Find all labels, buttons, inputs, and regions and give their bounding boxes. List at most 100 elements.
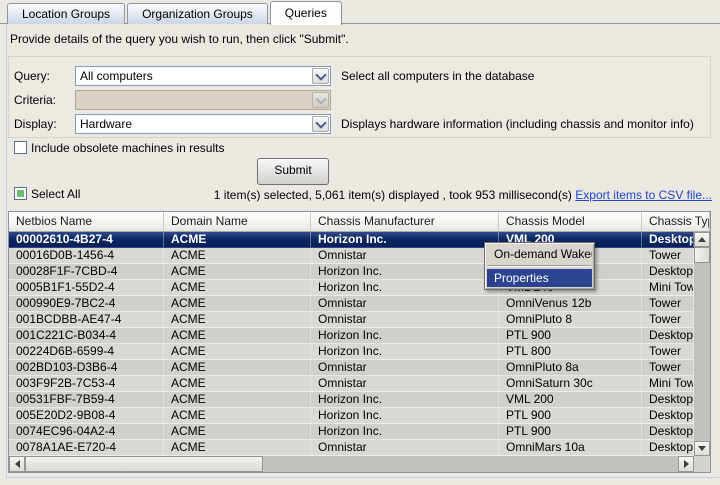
- display-dropdown-button[interactable]: [312, 116, 329, 132]
- cell-chassis-model: OmniMars 10a: [499, 440, 642, 455]
- cell-chassis-type: Tower: [642, 360, 694, 375]
- column-header-netbios-name[interactable]: Netbios Name: [9, 212, 164, 231]
- results-status-bar: 1 item(s) selected, 5,061 item(s) displa…: [180, 188, 712, 202]
- query-dropdown[interactable]: All computers: [75, 66, 331, 86]
- query-dropdown-button[interactable]: [312, 68, 329, 84]
- cell-netbios-name: 00016D0B-1456-4: [9, 248, 164, 263]
- vertical-scrollbar[interactable]: [694, 232, 710, 456]
- cell-chassis-type: Mini Tower: [642, 280, 694, 295]
- cell-domain-name: ACME: [164, 424, 311, 439]
- table-body-wrap: 00002610-4B27-4ACMEHorizon Inc.VML 200De…: [9, 232, 710, 456]
- table-row[interactable]: 0074EC96-04A2-4ACMEHorizon Inc.PTL 900De…: [9, 424, 694, 440]
- cell-domain-name: ACME: [164, 344, 311, 359]
- cell-chassis-manufacturer: Omnistar: [311, 376, 499, 391]
- cell-domain-name: ACME: [164, 312, 311, 327]
- tab-queries[interactable]: Queries: [270, 1, 342, 25]
- include-obsolete-label: Include obsolete machines in results: [31, 141, 224, 155]
- cell-domain-name: ACME: [164, 296, 311, 311]
- cell-netbios-name: 0005B1F1-55D2-4: [9, 280, 164, 295]
- export-csv-link[interactable]: Export items to CSV file...: [575, 188, 712, 202]
- select-all-label: Select All: [31, 187, 80, 201]
- cell-netbios-name: 0078A1AE-E720-4: [9, 440, 164, 455]
- column-header-chassis-model[interactable]: Chassis Model: [499, 212, 642, 231]
- cell-chassis-manufacturer: Horizon Inc.: [311, 264, 499, 279]
- scrollbar-corner: [694, 456, 710, 472]
- menu-item-properties[interactable]: Properties: [487, 269, 592, 287]
- cell-netbios-name: 001BCDBB-AE47-4: [9, 312, 164, 327]
- cell-chassis-model: VML 200: [499, 392, 642, 407]
- menu-item-on-demand-wakeup[interactable]: On-demand Wakeup: [487, 245, 592, 263]
- cell-chassis-manufacturer: Horizon Inc.: [311, 328, 499, 343]
- cell-chassis-model: OmniPluto 8: [499, 312, 642, 327]
- cell-chassis-model: PTL 800: [499, 344, 642, 359]
- table-row[interactable]: 001C221C-B034-4ACMEHorizon Inc.PTL 900De…: [9, 328, 694, 344]
- horizontal-scroll-thumb[interactable]: [25, 456, 263, 472]
- cell-netbios-name: 000990E9-7BC2-4: [9, 296, 164, 311]
- submit-button[interactable]: Submit: [257, 158, 329, 185]
- table-row[interactable]: 001BCDBB-AE47-4ACMEOmnistarOmniPluto 8To…: [9, 312, 694, 328]
- scroll-down-button[interactable]: [694, 441, 710, 456]
- cell-domain-name: ACME: [164, 232, 311, 247]
- table-row[interactable]: 0078A1AE-E720-4ACMEOmnistarOmniMars 10aD…: [9, 440, 694, 456]
- table-row[interactable]: 002BD103-D3B6-4ACMEOmnistarOmniPluto 8aT…: [9, 360, 694, 376]
- cell-chassis-manufacturer: Omnistar: [311, 296, 499, 311]
- tab-location-groups[interactable]: Location Groups: [7, 3, 125, 24]
- display-label: Display:: [14, 117, 57, 131]
- cell-netbios-name: 00002610-4B27-4: [9, 232, 164, 247]
- cell-chassis-type: Desktop: [642, 424, 694, 439]
- arrow-right-icon: [684, 460, 689, 468]
- cell-chassis-type: Desktop: [642, 328, 694, 343]
- scroll-left-button[interactable]: [9, 456, 25, 472]
- cell-domain-name: ACME: [164, 376, 311, 391]
- scroll-up-button[interactable]: [694, 232, 710, 247]
- cell-chassis-manufacturer: Horizon Inc.: [311, 232, 499, 247]
- cell-domain-name: ACME: [164, 440, 311, 455]
- cell-chassis-type: Mini Tower: [642, 376, 694, 391]
- menu-separator: [488, 265, 591, 267]
- cell-chassis-model: PTL 900: [499, 424, 642, 439]
- table-row[interactable]: 003F9F2B-7C53-4ACMEOmnistarOmniSaturn 30…: [9, 376, 694, 392]
- vertical-scroll-track[interactable]: [694, 263, 710, 441]
- table-row[interactable]: 00224D6B-6599-4ACMEHorizon Inc.PTL 800To…: [9, 344, 694, 360]
- cell-chassis-type: Desktop: [642, 232, 694, 247]
- query-description: Select all computers in the database: [341, 69, 534, 83]
- cell-chassis-type: Tower: [642, 312, 694, 327]
- column-header-domain-name[interactable]: Domain Name: [164, 212, 311, 231]
- scroll-right-button[interactable]: [678, 456, 694, 472]
- tab-organization-groups[interactable]: Organization Groups: [127, 3, 268, 24]
- table-row[interactable]: 00531FBF-7B59-4ACMEHorizon Inc.VML 200De…: [9, 392, 694, 408]
- cell-domain-name: ACME: [164, 360, 311, 375]
- chevron-down-icon: [315, 117, 326, 128]
- cell-chassis-type: Tower: [642, 296, 694, 311]
- cell-chassis-manufacturer: Omnistar: [311, 248, 499, 263]
- horizontal-scrollbar[interactable]: [9, 456, 694, 472]
- cell-netbios-name: 005E20D2-9B08-4: [9, 408, 164, 423]
- column-header-chassis-type[interactable]: Chassis Type: [642, 212, 710, 231]
- column-header-chassis-manufacturer[interactable]: Chassis Manufacturer: [311, 212, 499, 231]
- display-description: Displays hardware information (including…: [341, 117, 694, 131]
- cell-netbios-name: 00224D6B-6599-4: [9, 344, 164, 359]
- table-row[interactable]: 005E20D2-9B08-4ACMEHorizon Inc.PTL 900De…: [9, 408, 694, 424]
- cell-chassis-model: OmniVenus 12b: [499, 296, 642, 311]
- display-dropdown-value: Hardware: [80, 115, 132, 133]
- cell-chassis-manufacturer: Omnistar: [311, 440, 499, 455]
- cell-chassis-type: Desktop: [642, 392, 694, 407]
- cell-chassis-manufacturer: Horizon Inc.: [311, 344, 499, 359]
- cell-domain-name: ACME: [164, 280, 311, 295]
- include-obsolete-checkbox[interactable]: [14, 141, 27, 154]
- criteria-dropdown: [75, 90, 331, 110]
- arrow-down-icon: [698, 446, 706, 451]
- display-dropdown[interactable]: Hardware: [75, 114, 331, 134]
- cell-netbios-name: 00531FBF-7B59-4: [9, 392, 164, 407]
- select-all-indeterminate-mark: [17, 190, 24, 197]
- arrow-left-icon: [15, 460, 20, 468]
- cell-chassis-type: Desktop: [642, 408, 694, 423]
- cell-domain-name: ACME: [164, 264, 311, 279]
- vertical-scroll-thumb[interactable]: [694, 247, 710, 263]
- horizontal-scroll-track[interactable]: [263, 456, 678, 472]
- select-all-checkbox[interactable]: [14, 187, 27, 200]
- page-instructions: Provide details of the query you wish to…: [10, 32, 349, 46]
- cell-chassis-manufacturer: Omnistar: [311, 312, 499, 327]
- criteria-dropdown-button: [312, 92, 329, 108]
- table-row[interactable]: 000990E9-7BC2-4ACMEOmnistarOmniVenus 12b…: [9, 296, 694, 312]
